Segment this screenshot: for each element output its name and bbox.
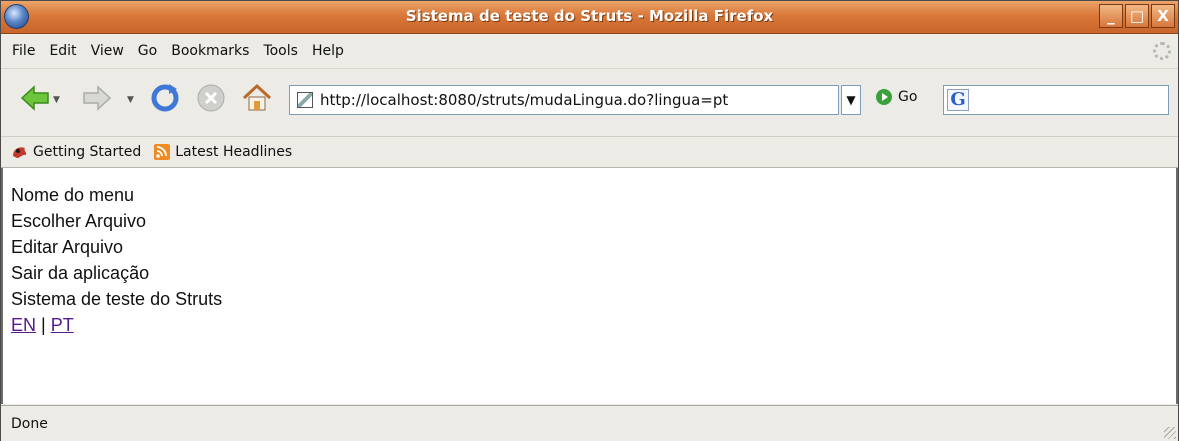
lang-link-en[interactable]: EN [11,315,36,335]
resize-grip[interactable] [1164,427,1176,439]
search-input[interactable] [975,91,1168,109]
maximize-button[interactable]: □ [1125,4,1149,28]
lang-link-pt[interactable]: PT [51,315,74,335]
bookmark-label: Latest Headlines [175,144,293,160]
close-button[interactable]: X [1151,4,1175,28]
throbber-icon [1153,42,1171,60]
menu-tools[interactable]: Tools [263,43,298,59]
menu-go[interactable]: Go [138,43,157,59]
navigation-toolbar: ▼ ▼ ▼ Go G [1,69,1178,137]
window-controls: _ □ X [1099,4,1175,28]
url-history-dropdown[interactable]: ▼ [841,85,861,115]
menu-file[interactable]: File [12,43,35,59]
location-bar[interactable] [289,85,839,115]
back-icon[interactable] [19,82,51,114]
bookmarks-toolbar: Getting Started Latest Headlines [1,137,1178,168]
choose-file-text: Escolher Arquivo [11,211,147,231]
edit-file-text: Editar Arquivo [11,237,124,257]
forward-dropdown-icon[interactable]: ▼ [127,95,134,105]
minimize-button[interactable]: _ [1099,4,1123,28]
browser-window: Sistema de teste do Struts - Mozilla Fir… [0,0,1179,441]
bookmark-label: Getting Started [33,144,142,160]
menu-bar: File Edit View Go Bookmarks Tools Help [1,34,1178,69]
menu-text-list: Nome do menu Escolher Arquivo Editar Arq… [11,182,222,338]
bookmark-getting-started[interactable]: Getting Started [11,144,141,160]
forward-icon[interactable] [81,82,113,114]
page-content: Nome do menu Escolher Arquivo Editar Arq… [1,168,1178,404]
page-icon [297,92,313,108]
system-title-text: Sistema de teste do Struts [11,289,223,309]
lang-separator: | [41,315,46,335]
stop-icon[interactable] [195,82,227,114]
reload-icon[interactable] [149,82,181,114]
rss-icon [154,144,171,160]
go-icon [876,89,892,105]
go-label: Go [898,89,918,105]
back-dropdown-icon[interactable]: ▼ [53,95,60,105]
getting-started-icon [13,147,27,158]
search-bar[interactable]: G [943,85,1169,115]
menu-edit[interactable]: Edit [49,43,76,59]
status-bar: Done [1,405,1178,441]
status-text: Done [11,415,48,432]
title-bar[interactable]: Sistema de teste do Struts - Mozilla Fir… [1,1,1178,34]
home-icon[interactable] [241,82,273,114]
menu-view[interactable]: View [91,43,124,59]
go-button[interactable]: Go [876,89,917,105]
menu-bookmarks[interactable]: Bookmarks [171,43,249,59]
exit-app-text: Sair da aplicação [11,263,150,283]
google-search-engine-icon[interactable]: G [947,89,969,111]
language-links: EN | PT [11,312,222,338]
bookmark-latest-headlines[interactable]: Latest Headlines [153,144,292,160]
window-title: Sistema de teste do Struts - Mozilla Fir… [405,7,774,25]
menu-name-text: Nome do menu [11,185,135,205]
menu-help[interactable]: Help [312,43,344,59]
url-input[interactable] [320,91,830,109]
